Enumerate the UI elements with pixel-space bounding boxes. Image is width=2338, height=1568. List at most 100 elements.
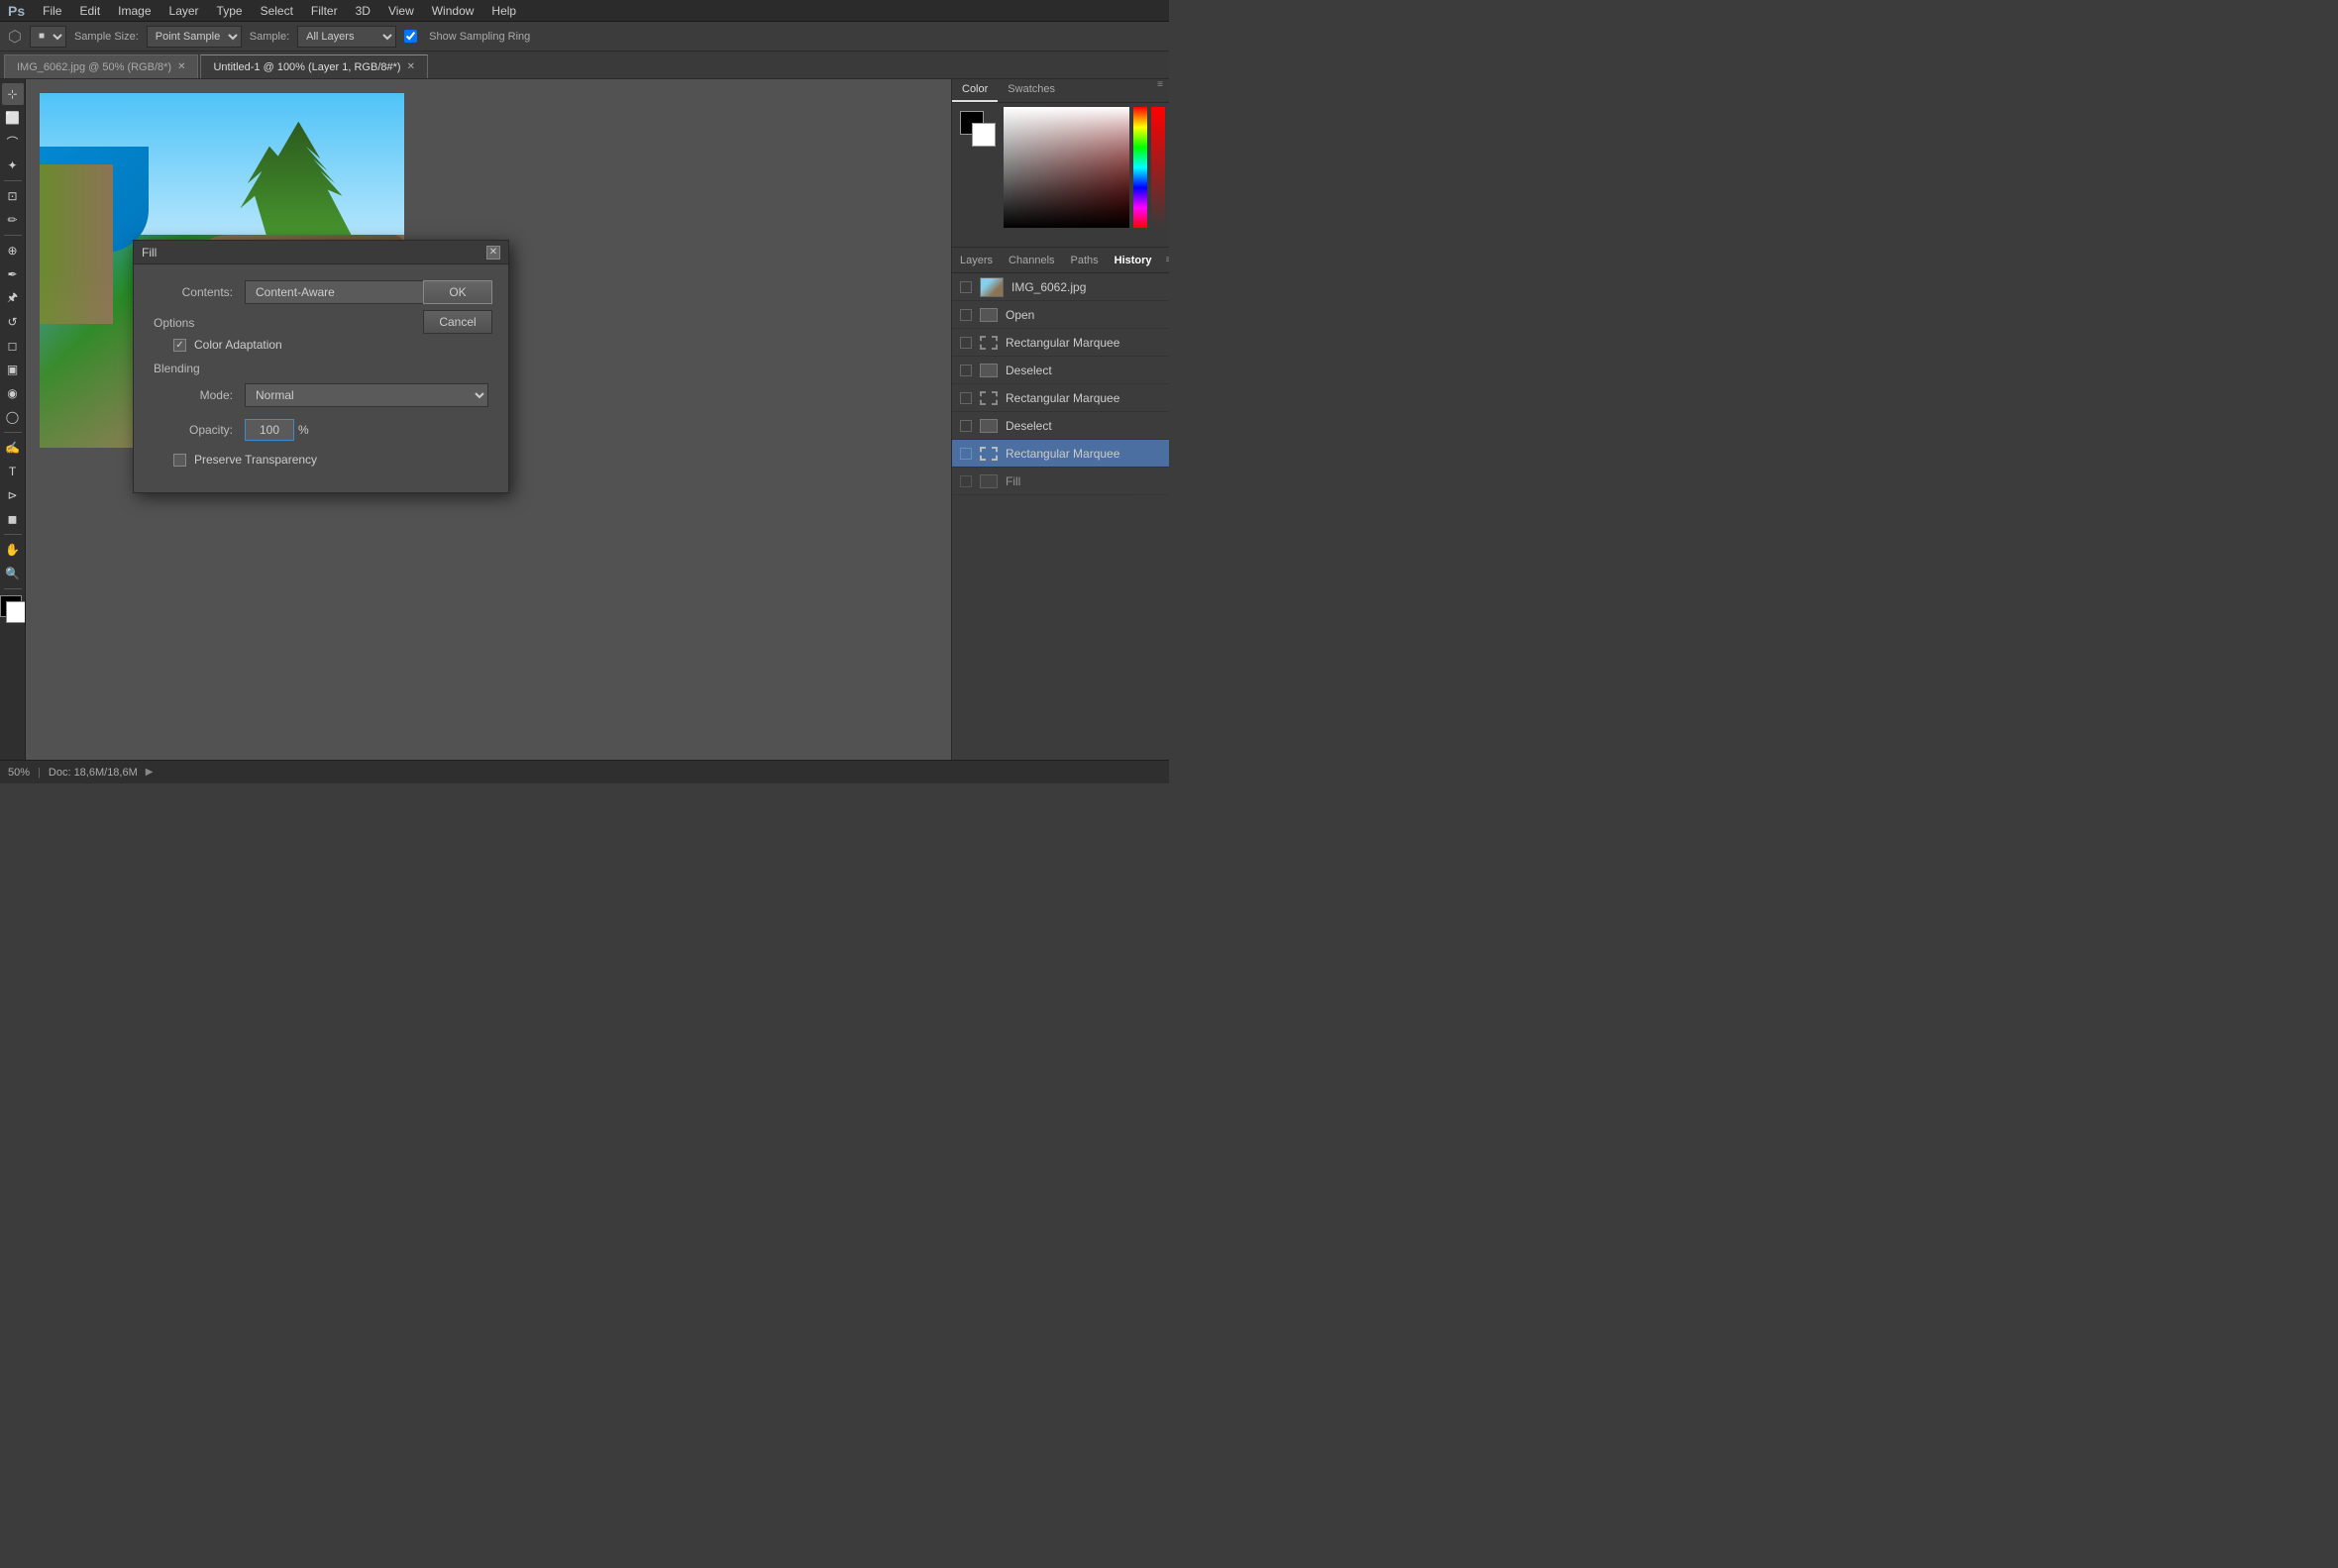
menu-image[interactable]: Image (110, 2, 159, 20)
stamp-tool[interactable]: 🖈 (2, 287, 24, 309)
layers-panel-menu[interactable]: ≡ (1160, 255, 1169, 265)
menu-layer[interactable]: Layer (161, 2, 207, 20)
preserve-transparency-checkbox[interactable] (173, 454, 186, 467)
sample-label: Sample: (250, 31, 289, 43)
doc-info: Doc: 18,6M/18,6M (49, 767, 138, 779)
history-item-5[interactable]: Deselect (952, 412, 1169, 440)
opacity-input[interactable] (245, 419, 294, 441)
preserve-transparency-row: Preserve Transparency (154, 453, 488, 467)
history-label-5: Deselect (1006, 419, 1052, 433)
dialog-titlebar[interactable]: Fill ✕ (134, 241, 508, 264)
heal-tool[interactable]: ⊕ (2, 240, 24, 261)
tab-paths[interactable]: Paths (1063, 251, 1107, 270)
mode-row: Mode: Normal (154, 383, 488, 407)
status-bar: 50% | Doc: 18,6M/18,6M ▶ (0, 760, 1169, 784)
menu-window[interactable]: Window (424, 2, 482, 20)
history-checkbox-0 (960, 281, 972, 293)
menu-edit[interactable]: Edit (71, 2, 108, 20)
history-label-7: Fill (1006, 474, 1020, 488)
opacity-unit: % (298, 423, 309, 437)
dodge-tool[interactable]: ◯ (2, 406, 24, 428)
brush-tool[interactable]: ✒ (2, 263, 24, 285)
blur-tool[interactable]: ◉ (2, 382, 24, 404)
tab-swatches[interactable]: Swatches (998, 79, 1065, 102)
history-item-1[interactable]: Open (952, 301, 1169, 329)
history-item-6[interactable]: Rectangular Marquee (952, 440, 1169, 468)
tab-history[interactable]: History (1107, 251, 1160, 270)
background-color-box[interactable] (972, 123, 996, 147)
mode-select[interactable]: Normal (245, 383, 488, 407)
move-tool[interactable]: ⊹ (2, 83, 24, 105)
history-label-0: IMG_6062.jpg (1011, 280, 1086, 294)
color-adaptation-checkbox[interactable] (173, 339, 186, 352)
menu-help[interactable]: Help (483, 2, 524, 20)
cancel-button[interactable]: Cancel (423, 310, 492, 334)
history-label-2: Rectangular Marquee (1006, 336, 1119, 350)
status-separator: | (38, 767, 41, 779)
path-selection-tool[interactable]: ⊳ (2, 484, 24, 506)
tab-img6062-label: IMG_6062.jpg @ 50% (RGB/8*) (17, 61, 171, 73)
status-arrow[interactable]: ▶ (146, 767, 154, 778)
ok-button[interactable]: OK (423, 280, 492, 304)
main-layout: ⊹ ⬜ ⌒ ✦ ⊡ ✏ ⊕ ✒ 🖈 ↺ ◻ ▣ ◉ ◯ ✍ T ⊳ ◼ ✋ 🔍 (0, 79, 1169, 760)
toolbar-separator-2 (4, 235, 22, 236)
color-gradient-field[interactable] (1004, 107, 1129, 228)
history-item-2[interactable]: Rectangular Marquee (952, 329, 1169, 357)
menu-3d[interactable]: 3D (348, 2, 378, 20)
dialog-body: Contents: Content-Aware Options Color Ad… (134, 264, 508, 492)
color-panel-menu[interactable]: ≡ (1151, 79, 1169, 102)
history-item-7[interactable]: Fill (952, 468, 1169, 495)
sample-select[interactable]: All Layers (297, 26, 396, 48)
marquee-tool[interactable]: ⬜ (2, 107, 24, 129)
history-item-0[interactable]: IMG_6062.jpg (952, 273, 1169, 301)
tab-untitled1[interactable]: Untitled-1 @ 100% (Layer 1, RGB/8#*) ✕ (200, 54, 427, 78)
fg-bg-color-swatch[interactable] (0, 595, 26, 623)
toolbar-separator-4 (4, 534, 22, 535)
lasso-tool[interactable]: ⌒ (2, 131, 24, 153)
zoom-level: 50% (8, 767, 30, 779)
dialog-close-button[interactable]: ✕ (486, 246, 500, 260)
history-checkbox-7 (960, 475, 972, 487)
fg-bg-color-picker[interactable] (960, 111, 996, 147)
pen-tool[interactable]: ✍ (2, 437, 24, 459)
hand-tool[interactable]: ✋ (2, 539, 24, 561)
tab-color[interactable]: Color (952, 79, 998, 102)
history-item-3[interactable]: Deselect (952, 357, 1169, 384)
tab-channels[interactable]: Channels (1001, 251, 1062, 270)
menu-select[interactable]: Select (253, 2, 301, 20)
sample-size-select[interactable]: Point Sample (147, 26, 242, 48)
menu-file[interactable]: File (35, 2, 69, 20)
right-panel: Color Swatches ≡ La (951, 79, 1169, 760)
eyedropper-tool[interactable]: ✏ (2, 209, 24, 231)
shape-tool[interactable]: ◼ (2, 508, 24, 530)
history-item-4[interactable]: Rectangular Marquee (952, 384, 1169, 412)
history-icon-1 (980, 308, 998, 322)
history-brush-tool[interactable]: ↺ (2, 311, 24, 333)
menu-filter[interactable]: Filter (303, 2, 346, 20)
history-icon-5 (980, 419, 998, 433)
tab-img6062[interactable]: IMG_6062.jpg @ 50% (RGB/8*) ✕ (4, 54, 198, 78)
eraser-tool[interactable]: ◻ (2, 335, 24, 357)
gradient-tool[interactable]: ▣ (2, 359, 24, 380)
tab-layers[interactable]: Layers (952, 251, 1001, 270)
toolbar-separator-1 (4, 180, 22, 181)
text-tool[interactable]: T (2, 461, 24, 482)
history-thumb-0 (980, 277, 1004, 297)
magic-wand-tool[interactable]: ✦ (2, 155, 24, 176)
tab-img6062-close[interactable]: ✕ (177, 61, 185, 72)
color-adaptation-label: Color Adaptation (194, 338, 282, 352)
history-label-4: Rectangular Marquee (1006, 391, 1119, 405)
show-sampling-ring-label: Show Sampling Ring (429, 31, 530, 43)
menu-view[interactable]: View (380, 2, 422, 20)
background-color[interactable] (6, 601, 26, 623)
tab-untitled1-close[interactable]: ✕ (407, 61, 415, 72)
zoom-tool[interactable]: 🔍 (2, 563, 24, 584)
menu-type[interactable]: Type (209, 2, 251, 20)
show-sampling-ring-checkbox[interactable] (404, 30, 417, 43)
crop-tool[interactable]: ⊡ (2, 185, 24, 207)
alpha-strip[interactable] (1151, 107, 1165, 228)
history-list: IMG_6062.jpg Open Rectangular Marquee (952, 273, 1169, 760)
history-checkbox-3 (960, 365, 972, 376)
tool-options-select[interactable]: ■ (30, 26, 66, 48)
hue-strip[interactable] (1133, 107, 1147, 228)
